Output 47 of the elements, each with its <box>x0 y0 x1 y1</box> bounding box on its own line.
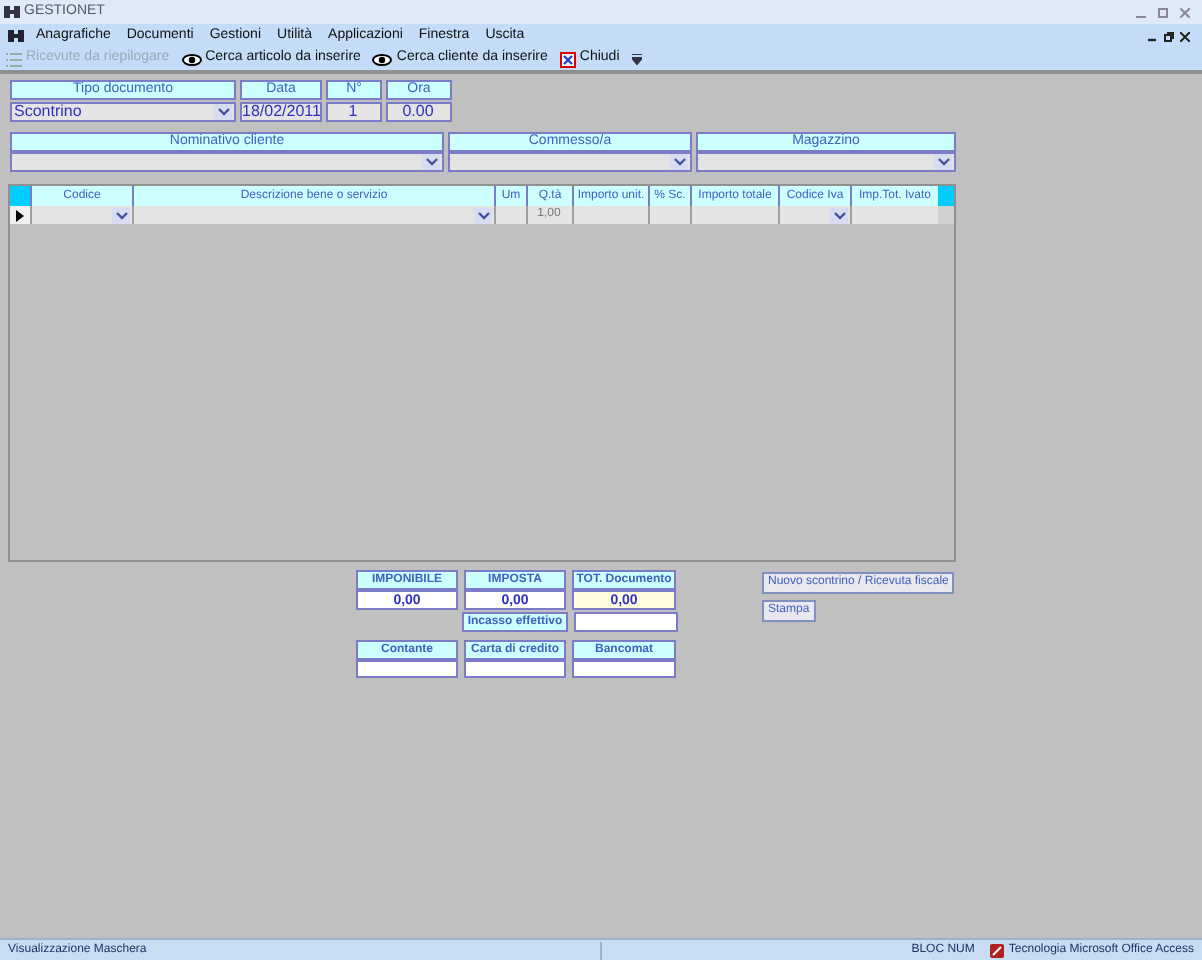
input-field[interactable]: 18/02/2011 <box>240 102 322 122</box>
eye-icon <box>372 53 393 65</box>
input-field[interactable] <box>574 612 678 632</box>
dropdown-cell[interactable] <box>132 206 494 224</box>
input-field[interactable]: 1 <box>326 102 382 122</box>
table-cell[interactable] <box>850 206 938 224</box>
dropdown-field[interactable] <box>696 152 956 172</box>
chevron-down-icon <box>425 158 437 166</box>
dropdown-field[interactable]: Scontrino <box>10 102 236 122</box>
dropdown-button[interactable] <box>112 207 130 223</box>
current-record-icon <box>16 209 24 221</box>
dropdown-button[interactable] <box>670 154 688 170</box>
input-field[interactable] <box>464 660 566 678</box>
app-logo-icon <box>990 943 1005 957</box>
close-icon[interactable] <box>1180 31 1190 41</box>
dropdown-button[interactable] <box>422 154 440 170</box>
empty-cell <box>938 206 954 224</box>
chevron-down-icon <box>115 211 127 219</box>
chevron-down-icon <box>937 158 949 166</box>
table-cell[interactable] <box>690 206 778 224</box>
input-field[interactable] <box>572 660 676 678</box>
dropdown-field[interactable] <box>448 152 692 172</box>
dropdown-button[interactable] <box>214 104 232 120</box>
table-cell[interactable] <box>494 206 526 224</box>
dropdown-button[interactable] <box>474 207 492 223</box>
chevron-down-icon <box>477 211 489 219</box>
chevron-down-icon <box>833 211 845 219</box>
list-icon <box>6 51 22 67</box>
app-icon <box>4 4 20 20</box>
dropdown-field[interactable] <box>10 152 444 172</box>
maximize-icon[interactable] <box>1158 7 1168 17</box>
record-selector[interactable] <box>10 206 30 224</box>
dropdown-button[interactable] <box>934 154 952 170</box>
dropdown-button[interactable] <box>830 207 848 223</box>
overflow-icon[interactable] <box>631 53 642 65</box>
table-cell[interactable] <box>572 206 648 224</box>
app-icon[interactable] <box>8 28 24 44</box>
restore-icon[interactable] <box>1164 31 1174 41</box>
table-cell[interactable] <box>648 206 690 224</box>
eye-icon <box>181 53 202 65</box>
chevron-down-icon <box>217 108 229 116</box>
dropdown-cell[interactable] <box>778 206 850 224</box>
input-field[interactable]: 0.00 <box>386 102 452 122</box>
input-field[interactable] <box>356 660 458 678</box>
chevron-down-icon <box>673 158 685 166</box>
dropdown-cell[interactable] <box>30 206 132 224</box>
close-icon <box>559 51 576 67</box>
